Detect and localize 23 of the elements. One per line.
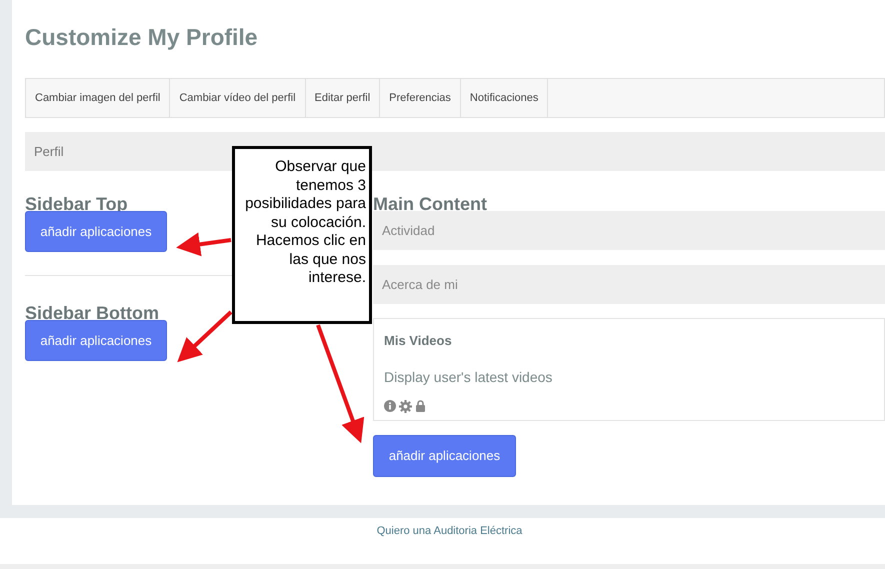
arrow	[176, 232, 232, 256]
widget-description: Display user's latest videos	[384, 368, 554, 387]
profile-tab[interactable]: Cambiar imagen del perfil	[26, 79, 170, 117]
section-heading: Sidebar Bottom	[25, 302, 160, 320]
section-bar: Actividad	[373, 211, 885, 250]
widget-title: Mis Videos	[384, 332, 453, 350]
add-apps-button[interactable]: añadir aplicaciones	[25, 211, 167, 252]
section-heading: Sidebar Top	[25, 193, 128, 211]
info-icon[interactable]	[384, 400, 396, 412]
arrow	[177, 310, 232, 362]
profile-tab[interactable]: Preferencias	[380, 79, 461, 117]
section-bar: Acerca de mi	[373, 265, 885, 304]
profile-tab[interactable]: Editar perfil	[306, 79, 380, 117]
lock-icon[interactable]	[415, 400, 426, 412]
callout-note: Observar que tenemos 3 posibilidades para su colocación. Hacemos clic en las que nos interese.	[232, 146, 372, 324]
profile-tab[interactable]: Notificaciones	[460, 79, 548, 117]
add-apps-button[interactable]: añadir aplicaciones	[373, 435, 516, 477]
footer-link[interactable]: Quiero una Auditoria Eléctrica	[362, 523, 522, 539]
add-apps-button[interactable]: añadir aplicaciones	[25, 320, 167, 361]
settings-icon[interactable]	[399, 400, 412, 412]
profile-tab[interactable]: Cambiar vídeo del perfil	[170, 79, 306, 117]
section-heading: Main Content	[373, 193, 487, 211]
page-title: Customize My Profile	[25, 23, 259, 52]
